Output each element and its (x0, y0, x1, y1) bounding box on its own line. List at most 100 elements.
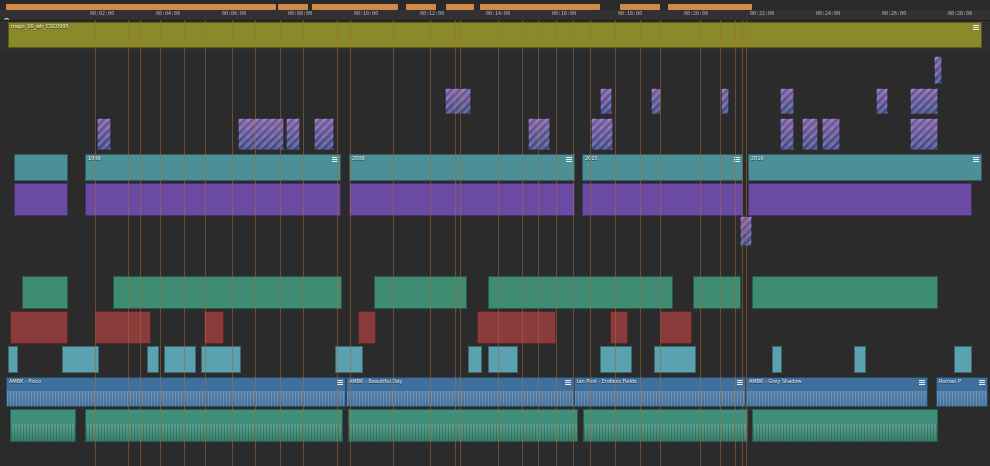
menu-icon[interactable] (565, 379, 571, 385)
edit-marker-line (742, 20, 743, 466)
year-label-2008: 2008 (352, 156, 365, 162)
video-lane-sky-9[interactable] (600, 346, 632, 373)
edit-marker-line (660, 20, 661, 466)
thumbnail-clip[interactable] (780, 118, 794, 150)
audio-wave (747, 390, 927, 406)
audio-bottom-4[interactable] (583, 409, 748, 442)
video-lane-green-6[interactable] (752, 276, 938, 309)
year-label-2015: 2015 (585, 156, 598, 162)
thumbnail-clip[interactable] (822, 118, 840, 150)
audio-bottom-3[interactable] (348, 409, 578, 442)
video-lane-red-4[interactable] (358, 311, 376, 344)
video-lane-red-1[interactable] (10, 311, 68, 344)
video-lane-sky-3[interactable] (147, 346, 159, 373)
ruler-tick-label: 00:10:00 (354, 11, 379, 17)
edit-marker-line (128, 20, 129, 466)
thumbnail-clip[interactable] (286, 118, 300, 150)
edit-marker-line (720, 20, 721, 466)
video-lane-green-2[interactable] (113, 276, 342, 309)
edit-marker-line (140, 20, 141, 466)
video-lane-teal-3[interactable]: 2008 (349, 154, 575, 181)
audio-wave (753, 423, 937, 441)
video-lane-sky-5[interactable] (201, 346, 241, 373)
ruler-tick-label: 00:22:00 (750, 11, 775, 17)
thumbnail-clip[interactable] (876, 88, 888, 114)
menu-icon[interactable] (919, 379, 925, 385)
edit-marker-line (735, 20, 736, 466)
thumbnail-clip[interactable] (314, 118, 334, 150)
video-lane-sky-4[interactable] (164, 346, 196, 373)
video-lane-green-3[interactable] (374, 276, 467, 309)
thumbnail-clip[interactable] (802, 118, 818, 150)
top-olive-clip-title: maps_16_wh_CSC0995 (11, 24, 69, 30)
ruler-tick-label: 00:28:00 (948, 11, 973, 17)
audio-wave (349, 423, 577, 441)
menu-icon[interactable] (973, 156, 979, 162)
video-lane-purple-4[interactable] (582, 183, 743, 216)
thumbnail-clip[interactable] (238, 118, 284, 150)
thumbnail-clip[interactable] (600, 88, 612, 114)
audio-clip-4[interactable]: AMBK - Grey Shadow (746, 377, 928, 407)
video-lane-purple-1[interactable] (14, 183, 68, 216)
video-lane-green-4[interactable] (488, 276, 673, 309)
video-lane-red-2[interactable] (95, 311, 151, 344)
video-lane-sky-12[interactable] (854, 346, 866, 373)
audio-bottom-1[interactable] (10, 409, 76, 442)
video-lane-green-1[interactable] (22, 276, 68, 309)
video-lane-sky-1[interactable] (8, 346, 18, 373)
thumbnail-clip[interactable] (780, 88, 794, 114)
menu-icon[interactable] (973, 24, 979, 30)
year-label-2016: 2016 (751, 156, 764, 162)
top-olive-clip[interactable]: maps_16_wh_CSC0995 (8, 22, 982, 48)
edit-marker-line (430, 20, 431, 466)
ruler-tick-label: 00:02:00 (90, 11, 115, 17)
video-lane-purple-5[interactable] (748, 183, 972, 216)
thumbnail-clip[interactable] (528, 118, 550, 150)
video-lane-red-5[interactable] (477, 311, 556, 344)
edit-marker-line (303, 20, 304, 466)
video-lane-sky-7[interactable] (468, 346, 482, 373)
markers-strip[interactable] (0, 0, 990, 10)
edit-marker-line (590, 20, 591, 466)
thumbnail-clip[interactable] (910, 88, 938, 114)
edit-marker-line (205, 20, 206, 466)
thumbnail-clip[interactable] (97, 118, 111, 150)
video-lane-sky-11[interactable] (772, 346, 782, 373)
menu-icon[interactable] (979, 379, 985, 385)
edit-marker-line (700, 20, 701, 466)
menu-icon[interactable] (566, 156, 572, 162)
video-lane-sky-6[interactable] (335, 346, 363, 373)
audio-clip-1[interactable]: AMBK - Pisco (6, 377, 346, 407)
thumbnail-clip[interactable] (934, 56, 942, 84)
edit-marker-line (640, 20, 641, 466)
audio-clip-3-label: Ian Post - Endless Fields (577, 379, 637, 385)
audio-clip-5-label: Roman P (939, 379, 962, 385)
thumbnail-clip[interactable] (445, 88, 471, 114)
video-lane-red-6[interactable] (610, 311, 628, 344)
video-lane-teal-4[interactable]: 2015 (582, 154, 743, 181)
video-lane-red-3[interactable] (204, 311, 224, 344)
video-lane-sky-2[interactable] (62, 346, 99, 373)
edit-marker-line (498, 20, 499, 466)
edit-marker-line (184, 20, 185, 466)
audio-bottom-2[interactable] (85, 409, 343, 442)
video-lane-red-7[interactable] (660, 311, 692, 344)
thumbnail-clip[interactable] (591, 118, 613, 150)
edit-marker-line (255, 20, 256, 466)
ruler-tick-label: 00:24:00 (816, 11, 841, 17)
edit-marker-line (337, 20, 338, 466)
video-lane-sky-13[interactable] (954, 346, 972, 373)
thumbnail-clip[interactable] (910, 118, 938, 150)
video-lane-sky-8[interactable] (488, 346, 518, 373)
video-lane-purple-3[interactable] (349, 183, 575, 216)
thumbnail-clip[interactable] (721, 88, 729, 114)
video-lane-teal-1[interactable] (14, 154, 68, 181)
edit-marker-line (746, 20, 747, 466)
audio-clip-2-label: AMBK - Beautiful Day (349, 379, 403, 385)
audio-wave (7, 390, 345, 406)
video-lane-teal-5[interactable]: 2016 (748, 154, 982, 181)
audio-clip-5[interactable]: Roman P (936, 377, 988, 407)
ruler-tick-label: 00:08:00 (288, 11, 313, 17)
timeline[interactable]: maps_16_wh_CSC0995 1998 2008 2015 2016 (0, 20, 990, 466)
audio-bottom-5[interactable] (752, 409, 938, 442)
